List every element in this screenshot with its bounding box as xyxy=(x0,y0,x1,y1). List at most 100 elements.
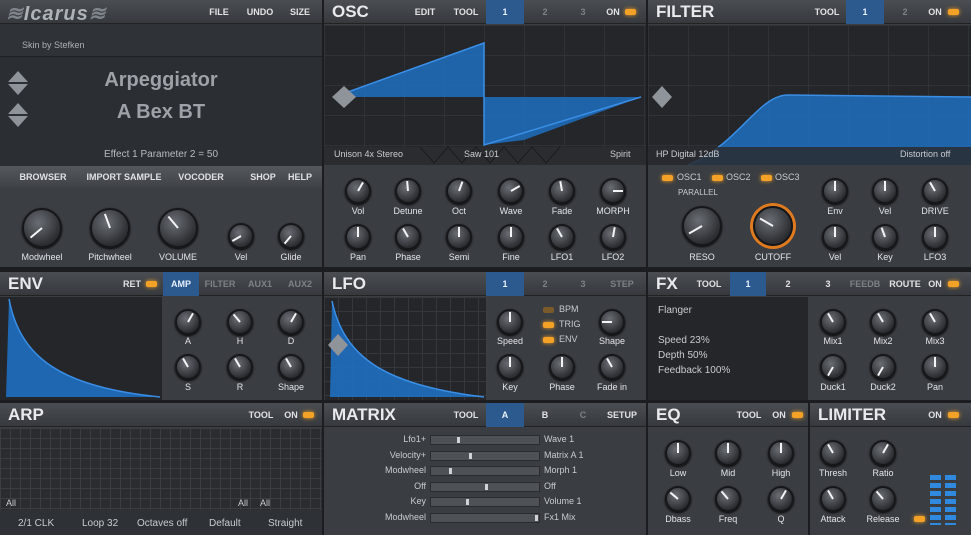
osc-tab-3[interactable]: 3 xyxy=(564,0,602,24)
env-s-knob[interactable] xyxy=(175,354,201,380)
lfo-bpm-label[interactable]: BPM xyxy=(559,304,579,314)
lfo-up-marker[interactable] xyxy=(328,334,348,345)
arp-octaves[interactable]: Octaves off xyxy=(137,518,187,529)
matrix-source-5[interactable]: Key xyxy=(386,496,426,506)
matrix-target-2[interactable]: Matrix A 1 xyxy=(544,450,584,460)
lfo-tab-2[interactable]: 2 xyxy=(526,272,564,296)
matrix-tab-b[interactable]: B xyxy=(526,403,564,427)
env-a-knob[interactable] xyxy=(175,309,201,335)
import-sample-button[interactable]: IMPORT SAMPLE xyxy=(84,166,164,188)
matrix-tab-c[interactable]: C xyxy=(564,403,602,427)
preset-name[interactable]: A Bex BT xyxy=(0,101,322,124)
matrix-source-4[interactable]: Off xyxy=(386,481,426,491)
osc-phase-knob[interactable] xyxy=(395,224,421,250)
shop-button[interactable]: SHOP xyxy=(246,166,280,188)
osc-waveform-display[interactable]: Unison 4x Stereo Saw 101 Spirit xyxy=(324,25,646,165)
fx-mix3-knob[interactable] xyxy=(922,309,948,335)
filter-drive-knob[interactable] xyxy=(922,178,948,204)
filter-lfo3-knob[interactable] xyxy=(922,224,948,250)
matrix-target-6[interactable]: Fx1 Mix xyxy=(544,512,576,522)
matrix-amount-1[interactable] xyxy=(430,435,540,445)
fx-mix1-knob[interactable] xyxy=(820,309,846,335)
eq-tool-button[interactable]: TOOL xyxy=(732,403,766,427)
osc-wave-knob[interactable] xyxy=(498,178,524,204)
lfo-trig-label[interactable]: TRIG xyxy=(559,319,581,329)
eq-low-knob[interactable] xyxy=(665,440,691,466)
matrix-setup-button[interactable]: SETUP xyxy=(604,403,640,427)
matrix-target-3[interactable]: Morph 1 xyxy=(544,465,577,475)
osc-unison-label[interactable]: Unison 4x Stereo xyxy=(334,149,403,159)
osc-semi-knob[interactable] xyxy=(446,224,472,250)
osc-vol-knob[interactable] xyxy=(345,178,371,204)
env-tab-amp[interactable]: AMP xyxy=(163,272,199,296)
pitchwheel-knob[interactable] xyxy=(90,208,130,248)
eq-mid-knob[interactable] xyxy=(715,440,741,466)
env-tab-aux1[interactable]: AUX1 xyxy=(242,272,278,296)
osc-fine-knob[interactable] xyxy=(498,224,524,250)
osc-tab-2[interactable]: 2 xyxy=(526,0,564,24)
filter-env-knob[interactable] xyxy=(822,178,848,204)
matrix-source-3[interactable]: Modwheel xyxy=(366,465,426,475)
limiter-attack-knob[interactable] xyxy=(820,486,846,512)
lfo-phase-knob[interactable] xyxy=(549,354,575,380)
lfo-fadein-knob[interactable] xyxy=(599,354,625,380)
preset-category[interactable]: Arpeggiator xyxy=(0,69,322,92)
eq-dbass-knob[interactable] xyxy=(665,486,691,512)
lfo-bpm-led[interactable] xyxy=(543,307,554,313)
filter-response-display[interactable]: HP Digital 12dB Distortion off xyxy=(648,25,971,165)
env-tab-filter[interactable]: FILTER xyxy=(201,272,239,296)
matrix-amount-3[interactable] xyxy=(430,466,540,476)
eq-high-knob[interactable] xyxy=(768,440,794,466)
arp-clk[interactable]: 2/1 CLK xyxy=(18,518,54,529)
filter-osc1-led[interactable] xyxy=(662,175,673,181)
vel-knob[interactable] xyxy=(228,223,254,249)
lfo-shape-knob[interactable] xyxy=(599,309,625,335)
matrix-amount-4[interactable] xyxy=(430,482,540,492)
fx-tab-2[interactable]: 2 xyxy=(770,272,806,296)
lfo-tab-step[interactable]: STEP xyxy=(604,272,640,296)
browser-button[interactable]: BROWSER xyxy=(16,166,70,188)
filter-tab-2[interactable]: 2 xyxy=(886,0,924,24)
fx-name[interactable]: Flanger xyxy=(658,305,692,316)
osc-edit-button[interactable]: EDIT xyxy=(410,0,440,24)
help-button[interactable]: HELP xyxy=(284,166,316,188)
osc-fade-knob[interactable] xyxy=(549,178,575,204)
matrix-target-4[interactable]: Off xyxy=(544,481,556,491)
matrix-tab-a[interactable]: A xyxy=(486,403,524,427)
filter-reso-knob[interactable] xyxy=(682,206,722,246)
fx-tab-3[interactable]: 3 xyxy=(810,272,846,296)
filter-osc2-led[interactable] xyxy=(712,175,723,181)
filter-parallel-label[interactable]: PARALLEL xyxy=(678,188,718,197)
lfo-env-led[interactable] xyxy=(543,337,554,343)
matrix-amount-2[interactable] xyxy=(430,451,540,461)
fx-display[interactable]: Flanger Speed 23% Depth 50% Feedback 100… xyxy=(648,297,808,400)
glide-knob[interactable] xyxy=(278,223,304,249)
fx-duck2-knob[interactable] xyxy=(870,354,896,380)
filter-osc3-led[interactable] xyxy=(761,175,772,181)
filter-tool-button[interactable]: TOOL xyxy=(810,0,844,24)
size-button[interactable]: SIZE xyxy=(284,0,316,24)
matrix-source-2[interactable]: Velocity+ xyxy=(366,450,426,460)
volume-knob[interactable] xyxy=(158,208,198,248)
filter-osc1-label[interactable]: OSC1 xyxy=(677,172,702,182)
filter-down-marker[interactable] xyxy=(652,97,672,108)
arp-default[interactable]: Default xyxy=(209,518,241,529)
undo-button[interactable]: UNDO xyxy=(242,0,278,24)
filter-osc3-label[interactable]: OSC3 xyxy=(775,172,800,182)
osc-tab-1[interactable]: 1 xyxy=(486,0,524,24)
fx-on-toggle[interactable]: ON xyxy=(924,272,946,296)
arp-straight[interactable]: Straight xyxy=(268,518,302,529)
lfo-trig-led[interactable] xyxy=(543,322,554,328)
osc-on-toggle[interactable]: ON xyxy=(602,0,624,24)
matrix-tool-button[interactable]: TOOL xyxy=(450,403,482,427)
vocoder-button[interactable]: VOCODER xyxy=(174,166,228,188)
file-menu[interactable]: FILE xyxy=(204,0,234,24)
filter-key-knob[interactable] xyxy=(872,224,898,250)
matrix-source-1[interactable]: Lfo1+ xyxy=(386,434,426,444)
fx-feedb-button[interactable]: FEEDB xyxy=(848,272,882,296)
limiter-ratio-knob[interactable] xyxy=(870,440,896,466)
lfo-tab-1[interactable]: 1 xyxy=(486,272,524,296)
arp-step-grid[interactable] xyxy=(0,428,322,510)
fx-mix2-knob[interactable] xyxy=(870,309,896,335)
osc-lfo2-knob[interactable] xyxy=(600,224,626,250)
